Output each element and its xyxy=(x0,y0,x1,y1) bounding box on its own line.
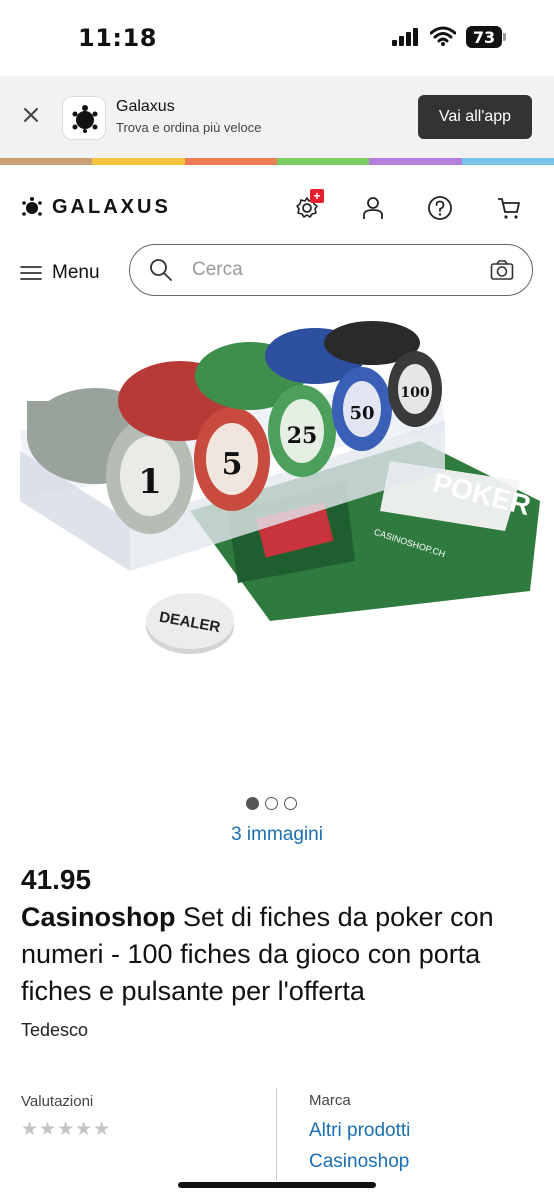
gallery-dots[interactable] xyxy=(246,797,297,810)
home-indicator[interactable] xyxy=(178,1182,376,1188)
chip-value-5: 5 xyxy=(222,447,243,482)
banner-app-name: Galaxus xyxy=(116,98,175,115)
brand-label: Marca xyxy=(309,1092,351,1109)
rating-stars[interactable]: ★★★★★ xyxy=(21,1118,111,1141)
ratings-label: Valutazioni xyxy=(21,1093,94,1110)
menu-label: Menu xyxy=(52,262,100,283)
battery-icon: 73 xyxy=(466,26,506,48)
cellular-signal-icon xyxy=(392,28,418,46)
product-brand[interactable]: Casinoshop xyxy=(21,902,176,932)
open-app-button[interactable]: Vai all'app xyxy=(418,95,532,139)
help-icon[interactable] xyxy=(427,195,453,221)
gallery-dot-1[interactable] xyxy=(246,797,259,810)
turtle-logo-icon xyxy=(22,197,42,216)
galaxus-turtle-icon xyxy=(72,105,98,133)
status-bar: 11:18 73 xyxy=(0,0,554,76)
site-header: GALAXUS + Menu Cerca xyxy=(0,165,554,321)
image-count-link[interactable]: 3 immagini xyxy=(0,824,554,846)
app-icon xyxy=(62,96,106,140)
galaxus-logo[interactable]: GALAXUS xyxy=(20,195,171,219)
search-input[interactable]: Cerca xyxy=(129,244,533,296)
close-icon[interactable] xyxy=(22,106,40,124)
product-language: Tedesco xyxy=(21,1020,89,1040)
settings-badge: + xyxy=(310,189,324,203)
gallery-dot-2[interactable] xyxy=(265,797,278,810)
gallery-dot-3[interactable] xyxy=(284,797,297,810)
section-divider xyxy=(276,1088,277,1180)
wifi-icon xyxy=(430,26,456,46)
banner-subtitle: Trova e ordina più veloce xyxy=(116,120,262,135)
chip-value-100: 100 xyxy=(400,385,429,401)
menu-button[interactable]: Menu xyxy=(20,262,100,284)
hamburger-icon xyxy=(20,266,42,280)
chip-value-50: 50 xyxy=(349,403,374,424)
chip-value-25: 25 xyxy=(287,423,318,449)
cart-icon[interactable] xyxy=(496,195,522,221)
user-icon[interactable] xyxy=(360,195,386,221)
status-time: 11:18 xyxy=(78,24,157,52)
product-title: Casinoshop Set di fiches da poker con nu… xyxy=(21,899,541,1010)
battery-level: 73 xyxy=(472,28,496,47)
app-banner: Galaxus Trova e ordina più veloce Vai al… xyxy=(0,76,554,158)
logo-wordmark: GALAXUS xyxy=(52,195,171,218)
product-price: 41.95 xyxy=(21,864,92,895)
brand-link-line1[interactable]: Altri prodotti xyxy=(309,1120,410,1142)
brand-link-line2[interactable]: Casinoshop xyxy=(309,1151,409,1173)
chip-value-1: 1 xyxy=(138,462,162,502)
camera-icon[interactable] xyxy=(490,259,514,281)
search-placeholder: Cerca xyxy=(192,259,243,280)
poker-set-illustration: POKER CASINOSHOP.CH 1 5 25 50 100 DEALER xyxy=(20,321,540,654)
search-icon xyxy=(150,259,172,281)
product-image[interactable]: POKER CASINOSHOP.CH 1 5 25 50 100 DEALER xyxy=(0,321,554,781)
rainbow-stripe xyxy=(0,158,554,165)
